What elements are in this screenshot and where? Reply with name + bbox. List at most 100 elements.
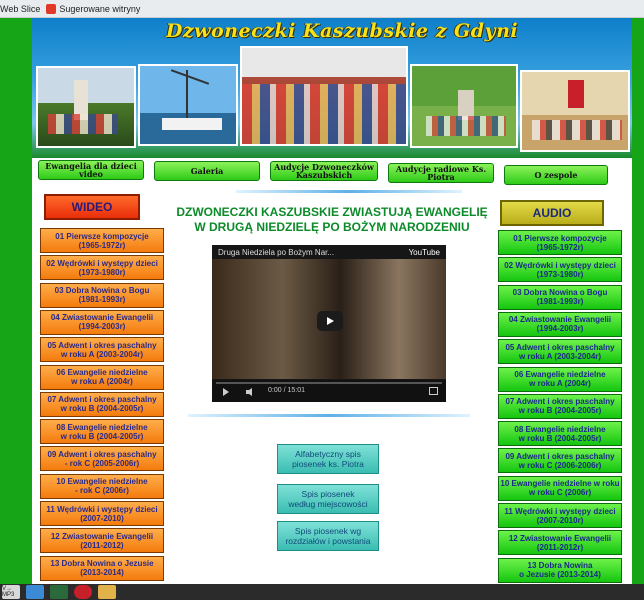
audio-item-10[interactable]: 10 Ewangelie niedzielne w roku w roku C (… [498, 475, 622, 501]
video-item-title: 03 Dobra Nowina o Bogu [54, 286, 150, 296]
browser-app-icon[interactable] [26, 585, 44, 599]
youtube-logo[interactable]: YouTube [409, 248, 440, 257]
bookmark-web-slice[interactable]: Web Slice [0, 4, 40, 14]
video-item-years: (1981-1993r) [78, 295, 126, 305]
alphabetical-songs-button[interactable]: Alfabetyczny spis piosenek ks. Piotra [277, 444, 379, 474]
audio-item-12[interactable]: 12 Zwiastowanie Ewangelii (2011-2012r) [498, 530, 622, 556]
video-item-05[interactable]: 05 Adwent i okres paschalny w roku A (200… [40, 337, 164, 363]
video-item-04[interactable]: 04 Zwiastowanie Ewangelii (1994-2003r) [40, 309, 164, 335]
audio-item-02[interactable]: 02 Wędrówki i występy dzieci (1973-1980r) [498, 257, 622, 283]
audio-item-title: 13 Dobra Nowina [527, 561, 593, 571]
audio-item-title: 01 Pierwsze kompozycje [513, 233, 607, 243]
page-content: Dzwoneczki Kaszubskie z Gdyni Ewangelia … [32, 18, 632, 584]
audio-item-years: w roku C (2006-2006r) [518, 460, 602, 470]
audio-item-09[interactable]: 09 Adwent i okres paschalny w roku C (200… [498, 448, 622, 474]
header-photo-shrine [410, 64, 518, 148]
video-item-years: (2007-2010) [80, 513, 124, 523]
audio-item-title: 04 Zwiastowanie Ewangelii [508, 315, 612, 325]
main-headline: DZWONECZKI KASZUBSKIE ZWIASTUJĄ EWANGELI… [176, 205, 488, 234]
audio-item-06[interactable]: 06 Ewangelie niedzielne w roku A (2004r) [498, 366, 622, 392]
video-item-years: w roku A (2003-2004r) [60, 349, 144, 359]
opera-app-icon[interactable] [74, 585, 92, 599]
video-item-title: 09 Adwent i okres paschalny [47, 449, 157, 459]
audio-item-years: (1981-1993r) [536, 297, 584, 307]
play-small-icon[interactable] [222, 388, 230, 396]
video-item-years: - rok C (2006r) [75, 486, 129, 496]
video-item-03[interactable]: 03 Dobra Nowina o Bogu (1981-1993r) [40, 282, 164, 308]
volume-icon[interactable] [246, 388, 256, 396]
video-item-09[interactable]: 09 Adwent i okres paschalny - rok C (2005… [40, 446, 164, 472]
audio-item-11[interactable]: 11 Wędrówki i występy dzieci (2007-2010r) [498, 503, 622, 528]
audio-item-title: 03 Dobra Nowina o Bogu [512, 288, 608, 298]
audio-item-title: 10 Ewangelie niedzielne w roku [500, 479, 620, 489]
audio-item-years: w roku C (2006r) [528, 488, 592, 498]
video-item-06[interactable]: 06 Ewangelie niedzielne w roku A (2004r) [40, 364, 164, 390]
audio-item-title: 12 Zwiastowanie Ewangelii [508, 533, 612, 543]
nav-galeria[interactable]: Galeria [154, 161, 260, 181]
audio-item-08[interactable]: 08 Ewangelie niedzielne w roku B (2004-20… [498, 421, 622, 447]
taskbar: V→ MP3 [0, 584, 644, 600]
video-item-years: (2011-2012) [80, 540, 124, 550]
nav-audycje-radiowe[interactable]: Audycje radiowe Ks. Piotra [388, 163, 494, 183]
video-item-title: 02 Wędrówki i występy dzieci [46, 258, 158, 268]
video-item-01[interactable]: 01 Pierwsze kompozycje (1965-1972r) [40, 228, 164, 253]
site-title: Dzwoneczki Kaszubskie z Gdyni [165, 20, 519, 42]
audio-item-03[interactable]: 03 Dobra Nowina o Bogu (1981-1993r) [498, 284, 622, 310]
audio-item-07[interactable]: 07 Adwent i okres paschalny w roku B (200… [498, 393, 622, 419]
progress-bar[interactable] [216, 382, 442, 384]
songs-by-place-button[interactable]: Spis piosenek według miejscowości [277, 484, 379, 514]
video-item-title: 13 Dobra Nowina o Jezusie [50, 559, 154, 569]
play-icon[interactable] [317, 311, 343, 331]
vmp3-app-icon[interactable]: V→ MP3 [2, 585, 20, 599]
video-item-years: (1973-1980r) [78, 267, 126, 277]
youtube-player[interactable]: Druga Niedziela po Bożym Nar... YouTube … [212, 245, 446, 402]
nav-o-zespole[interactable]: O zespole [504, 165, 608, 185]
audio-item-title: 08 Ewangelie niedzielne [514, 424, 606, 434]
audio-item-years: (1973-1980r) [536, 269, 584, 279]
audio-item-01[interactable]: 01 Pierwsze kompozycje (1965-1972r) [498, 230, 622, 255]
folder-app-icon[interactable] [98, 585, 116, 599]
video-item-title: 01 Pierwsze kompozycje [55, 231, 149, 241]
audio-item-years: w roku B (2004-2005r) [518, 406, 602, 416]
audio-item-years: (1994-2003r) [536, 324, 584, 334]
site-header: Dzwoneczki Kaszubskie z Gdyni [32, 18, 632, 158]
media-app-icon[interactable] [50, 585, 68, 599]
divider-top [236, 190, 462, 193]
bookmarks-bar: Web Slice Sugerowane witryny [0, 0, 644, 18]
audio-item-title: 11 Wędrówki i występy dzieci [504, 506, 616, 516]
bookmark-label: Web Slice [0, 3, 41, 14]
video-item-12[interactable]: 12 Zwiastowanie Ewangelii (2011-2012) [40, 528, 164, 554]
audio-item-years: w roku A (2003-2004r) [518, 351, 602, 361]
audio-item-years: (1965-1972r) [536, 242, 584, 252]
video-item-years: - rok C (2005-2006r) [64, 458, 140, 468]
audio-item-years: (2011-2012r) [536, 542, 584, 552]
video-item-title: 04 Zwiastowanie Ewangelii [50, 313, 154, 323]
video-section-heading: WIDEO [44, 194, 140, 220]
audio-item-04[interactable]: 04 Zwiastowanie Ewangelii (1994-2003r) [498, 311, 622, 337]
video-item-08[interactable]: 08 Ewangelie niedzielne w roku B (2004-20… [40, 419, 164, 445]
songs-by-chapter-button[interactable]: Spis piosenek wg rozdziałów i powstania [277, 521, 379, 551]
audio-item-years: w roku B (2004-2005r) [518, 433, 602, 443]
video-item-years: w roku A (2004r) [71, 377, 133, 386]
video-item-02[interactable]: 02 Wędrówki i występy dzieci (1973-1980r) [40, 255, 164, 281]
nav-audycje-dzwoneczkow[interactable]: Audycje Dzwoneczków Kaszubskich [270, 161, 378, 181]
fullscreen-icon[interactable] [429, 387, 438, 395]
video-item-title: 07 Adwent i okres paschalny [47, 395, 157, 405]
video-item-years: (1965-1972r) [78, 240, 126, 250]
video-time: 0:00 / 15:01 [268, 387, 305, 394]
video-item-13[interactable]: 13 Dobra Nowina o Jezusie (2013-2014) [40, 555, 164, 581]
audio-item-05[interactable]: 05 Adwent i okres paschalny w roku A (200… [498, 339, 622, 365]
video-item-title: 10 Ewangelie niedzielne [56, 477, 148, 487]
video-item-10[interactable]: 10 Ewangelie niedzielne - rok C (2006r) [40, 473, 164, 499]
video-item-07[interactable]: 07 Adwent i okres paschalny w roku B (200… [40, 391, 164, 417]
video-title: Druga Niedziela po Bożym Nar... [218, 248, 335, 257]
nav-ewangelia-video[interactable]: Ewangelia dla dzieci video [38, 160, 144, 180]
video-item-title: 05 Adwent i okres paschalny [47, 340, 157, 350]
video-item-title: 11 Wędrówki i występy dzieci [46, 504, 158, 514]
video-item-11[interactable]: 11 Wędrówki i występy dzieci (2007-2010) [40, 501, 164, 526]
audio-item-years: w roku A (2004r) [529, 379, 591, 388]
bookmark-sugerowane[interactable]: Sugerowane witryny [46, 3, 140, 14]
audio-item-13[interactable]: 13 Dobra Nowina o Jezusie (2013-2014) [498, 557, 622, 583]
video-item-years: w roku B (2004-2005r) [60, 431, 144, 441]
audio-item-title: 09 Adwent i okres paschalny [505, 451, 615, 461]
